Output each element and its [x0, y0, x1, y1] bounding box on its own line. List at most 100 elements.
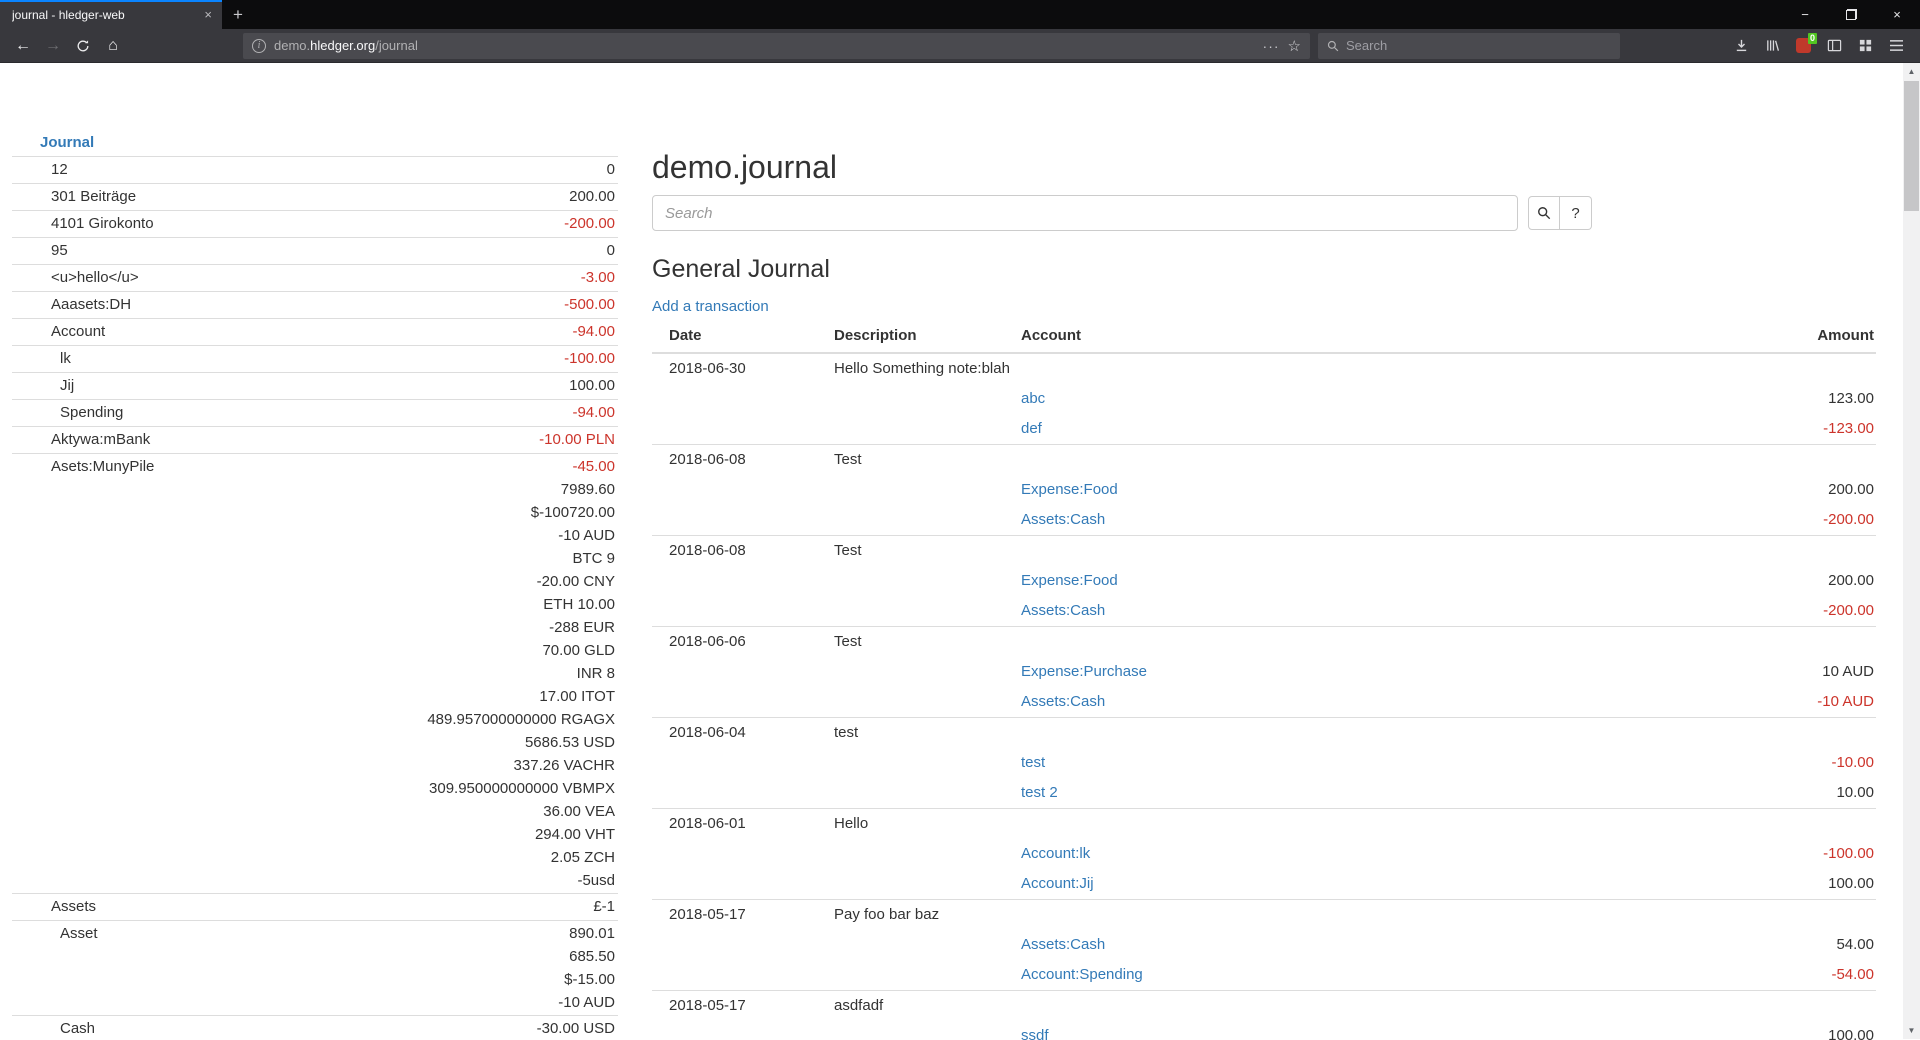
posting-account-link[interactable]: test [1021, 754, 1045, 771]
restore-button[interactable] [1828, 0, 1874, 29]
balance-amount: $-100720.00 [271, 501, 615, 524]
tab-title: journal - hledger-web [12, 8, 196, 22]
new-tab-button[interactable]: + [222, 0, 254, 29]
posting-account-link[interactable]: Expense:Food [1021, 572, 1118, 589]
balance-amount: 489.957000000000 RGAGX [271, 708, 615, 731]
account-balance-cell: -45.007989.60$-100720.00-10 AUDBTC 9-20.… [271, 454, 618, 894]
transaction-date: 2018-05-17 [652, 991, 834, 1022]
posting-account-cell: Expense:Food [1021, 475, 1656, 505]
posting-account-link[interactable]: Assets:Cash [1021, 511, 1105, 528]
page-content: Journal 120301 Beiträge200.004101 Giroko… [0, 63, 1920, 1039]
account-link[interactable]: Assets [51, 898, 96, 915]
account-link[interactable]: Jij [60, 377, 74, 394]
scroll-down-arrow[interactable]: ▼ [1903, 1022, 1920, 1039]
account-balance-cell: -94.00 [271, 319, 618, 346]
account-link[interactable]: 301 Beiträge [51, 188, 136, 205]
account-link[interactable]: Aktywa:mBank [51, 431, 150, 448]
journal-header-row: Date Description Account Amount [652, 323, 1876, 353]
balance-amount: 337.26 VACHR [271, 754, 615, 777]
posting-account-link[interactable]: Expense:Purchase [1021, 663, 1147, 680]
account-link[interactable]: 12 [51, 161, 68, 178]
account-link[interactable]: 95 [51, 242, 68, 259]
url-bar[interactable]: i demo.hledger.org/journal ··· ☆ [243, 33, 1310, 59]
transaction-row: 2018-06-01Hello [652, 809, 1876, 840]
sidebar-account-row: Asets:MunyPile -45.007989.60$-100720.00-1… [12, 454, 618, 894]
posting-row: def-123.00 [652, 414, 1876, 445]
balance-amount: -94.00 [271, 320, 615, 343]
balance-amount: 200.00 [271, 185, 615, 208]
transaction-description: Hello Something note:blah [834, 353, 1021, 384]
posting-row: Assets:Cash-200.00 [652, 505, 1876, 536]
posting-account-link[interactable]: abc [1021, 390, 1045, 407]
posting-account-link[interactable]: Expense:Food [1021, 481, 1118, 498]
account-link[interactable]: Aaasets:DH [51, 296, 131, 313]
account-balance-cell: -500.00 [271, 292, 618, 319]
account-link[interactable]: lk [60, 350, 71, 367]
activity-button[interactable] [1850, 32, 1881, 60]
library-button[interactable] [1757, 32, 1788, 60]
menu-button[interactable] [1881, 32, 1912, 60]
posting-account-link[interactable]: Account:Spending [1021, 966, 1143, 983]
browser-titlebar: journal - hledger-web × + − × [0, 0, 1920, 29]
scroll-up-arrow[interactable]: ▲ [1903, 63, 1920, 80]
account-balance-cell: -200.00 [271, 211, 618, 238]
site-info-icon[interactable]: i [252, 39, 266, 53]
page-actions-icon[interactable]: ··· [1263, 38, 1280, 54]
account-name-cell: 95 [12, 238, 271, 265]
url-text: demo.hledger.org/journal [274, 38, 1255, 53]
posting-account-link[interactable]: ssdf [1021, 1027, 1049, 1040]
account-link[interactable]: Cash [60, 1020, 95, 1037]
back-button[interactable]: ← [8, 32, 38, 60]
transaction-description: Hello [834, 809, 1021, 840]
posting-account-link[interactable]: Account:lk [1021, 845, 1090, 862]
browser-search-bar[interactable]: Search [1318, 33, 1620, 59]
home-button[interactable]: ⌂ [98, 32, 128, 60]
page-scrollbar[interactable]: ▲ ▼ [1903, 63, 1920, 1039]
account-link[interactable]: 4101 Girokonto [51, 215, 154, 232]
account-link[interactable]: <u>hello</u> [51, 269, 139, 286]
posting-amount: 200.00 [1656, 475, 1876, 505]
account-name-cell: Cash [12, 1016, 271, 1040]
posting-account-cell: Account:Spending [1021, 960, 1656, 991]
posting-account-link[interactable]: Assets:Cash [1021, 693, 1105, 710]
section-title: General Journal [652, 254, 1876, 284]
tab-close-icon[interactable]: × [204, 7, 212, 22]
account-balance-cell: -3.00 [271, 265, 618, 292]
posting-account-link[interactable]: Assets:Cash [1021, 602, 1105, 619]
posting-row: Assets:Cash54.00 [652, 930, 1876, 960]
downloads-button[interactable] [1726, 32, 1757, 60]
posting-account-link[interactable]: test 2 [1021, 784, 1058, 801]
forward-button[interactable]: → [38, 32, 68, 60]
posting-account-link[interactable]: Assets:Cash [1021, 936, 1105, 953]
minimize-button[interactable]: − [1782, 0, 1828, 29]
posting-account-cell: abc [1021, 384, 1656, 414]
extension-button[interactable]: 0 [1788, 32, 1819, 60]
url-subdomain: demo. [274, 38, 310, 53]
posting-account-link[interactable]: Account:Jij [1021, 875, 1094, 892]
journal-search-input[interactable] [652, 195, 1518, 231]
search-button-group: ? [1528, 196, 1592, 230]
journal-link[interactable]: Journal [40, 134, 94, 151]
bookmark-star-icon[interactable]: ☆ [1288, 37, 1301, 55]
accounts-table: Journal 120301 Beiträge200.004101 Giroko… [12, 131, 618, 1040]
close-button[interactable]: × [1874, 0, 1920, 29]
browser-tab[interactable]: journal - hledger-web × [0, 0, 222, 29]
account-link[interactable]: Account [51, 323, 105, 340]
sidebar-header-row: Journal [12, 131, 618, 157]
header-amount: Amount [1656, 323, 1876, 353]
account-link[interactable]: Asets:MunyPile [51, 458, 154, 475]
sidebar-account-row: Asset890.01685.50$-15.00-10 AUD [12, 921, 618, 1016]
scrollbar-thumb[interactable] [1904, 81, 1919, 211]
add-transaction-link[interactable]: Add a transaction [652, 298, 769, 315]
posting-row: Account:lk-100.00 [652, 839, 1876, 869]
balance-amount: 309.950000000000 VBMPX [271, 777, 615, 800]
reload-button[interactable] [68, 32, 98, 60]
account-link[interactable]: Asset [60, 925, 98, 942]
search-help-button[interactable]: ? [1560, 196, 1592, 230]
sidebars-button[interactable] [1819, 32, 1850, 60]
transaction-date: 2018-06-04 [652, 718, 834, 749]
account-name-cell: 301 Beiträge [12, 184, 271, 211]
posting-account-link[interactable]: def [1021, 420, 1042, 437]
account-link[interactable]: Spending [60, 404, 123, 421]
journal-search-button[interactable] [1528, 196, 1560, 230]
